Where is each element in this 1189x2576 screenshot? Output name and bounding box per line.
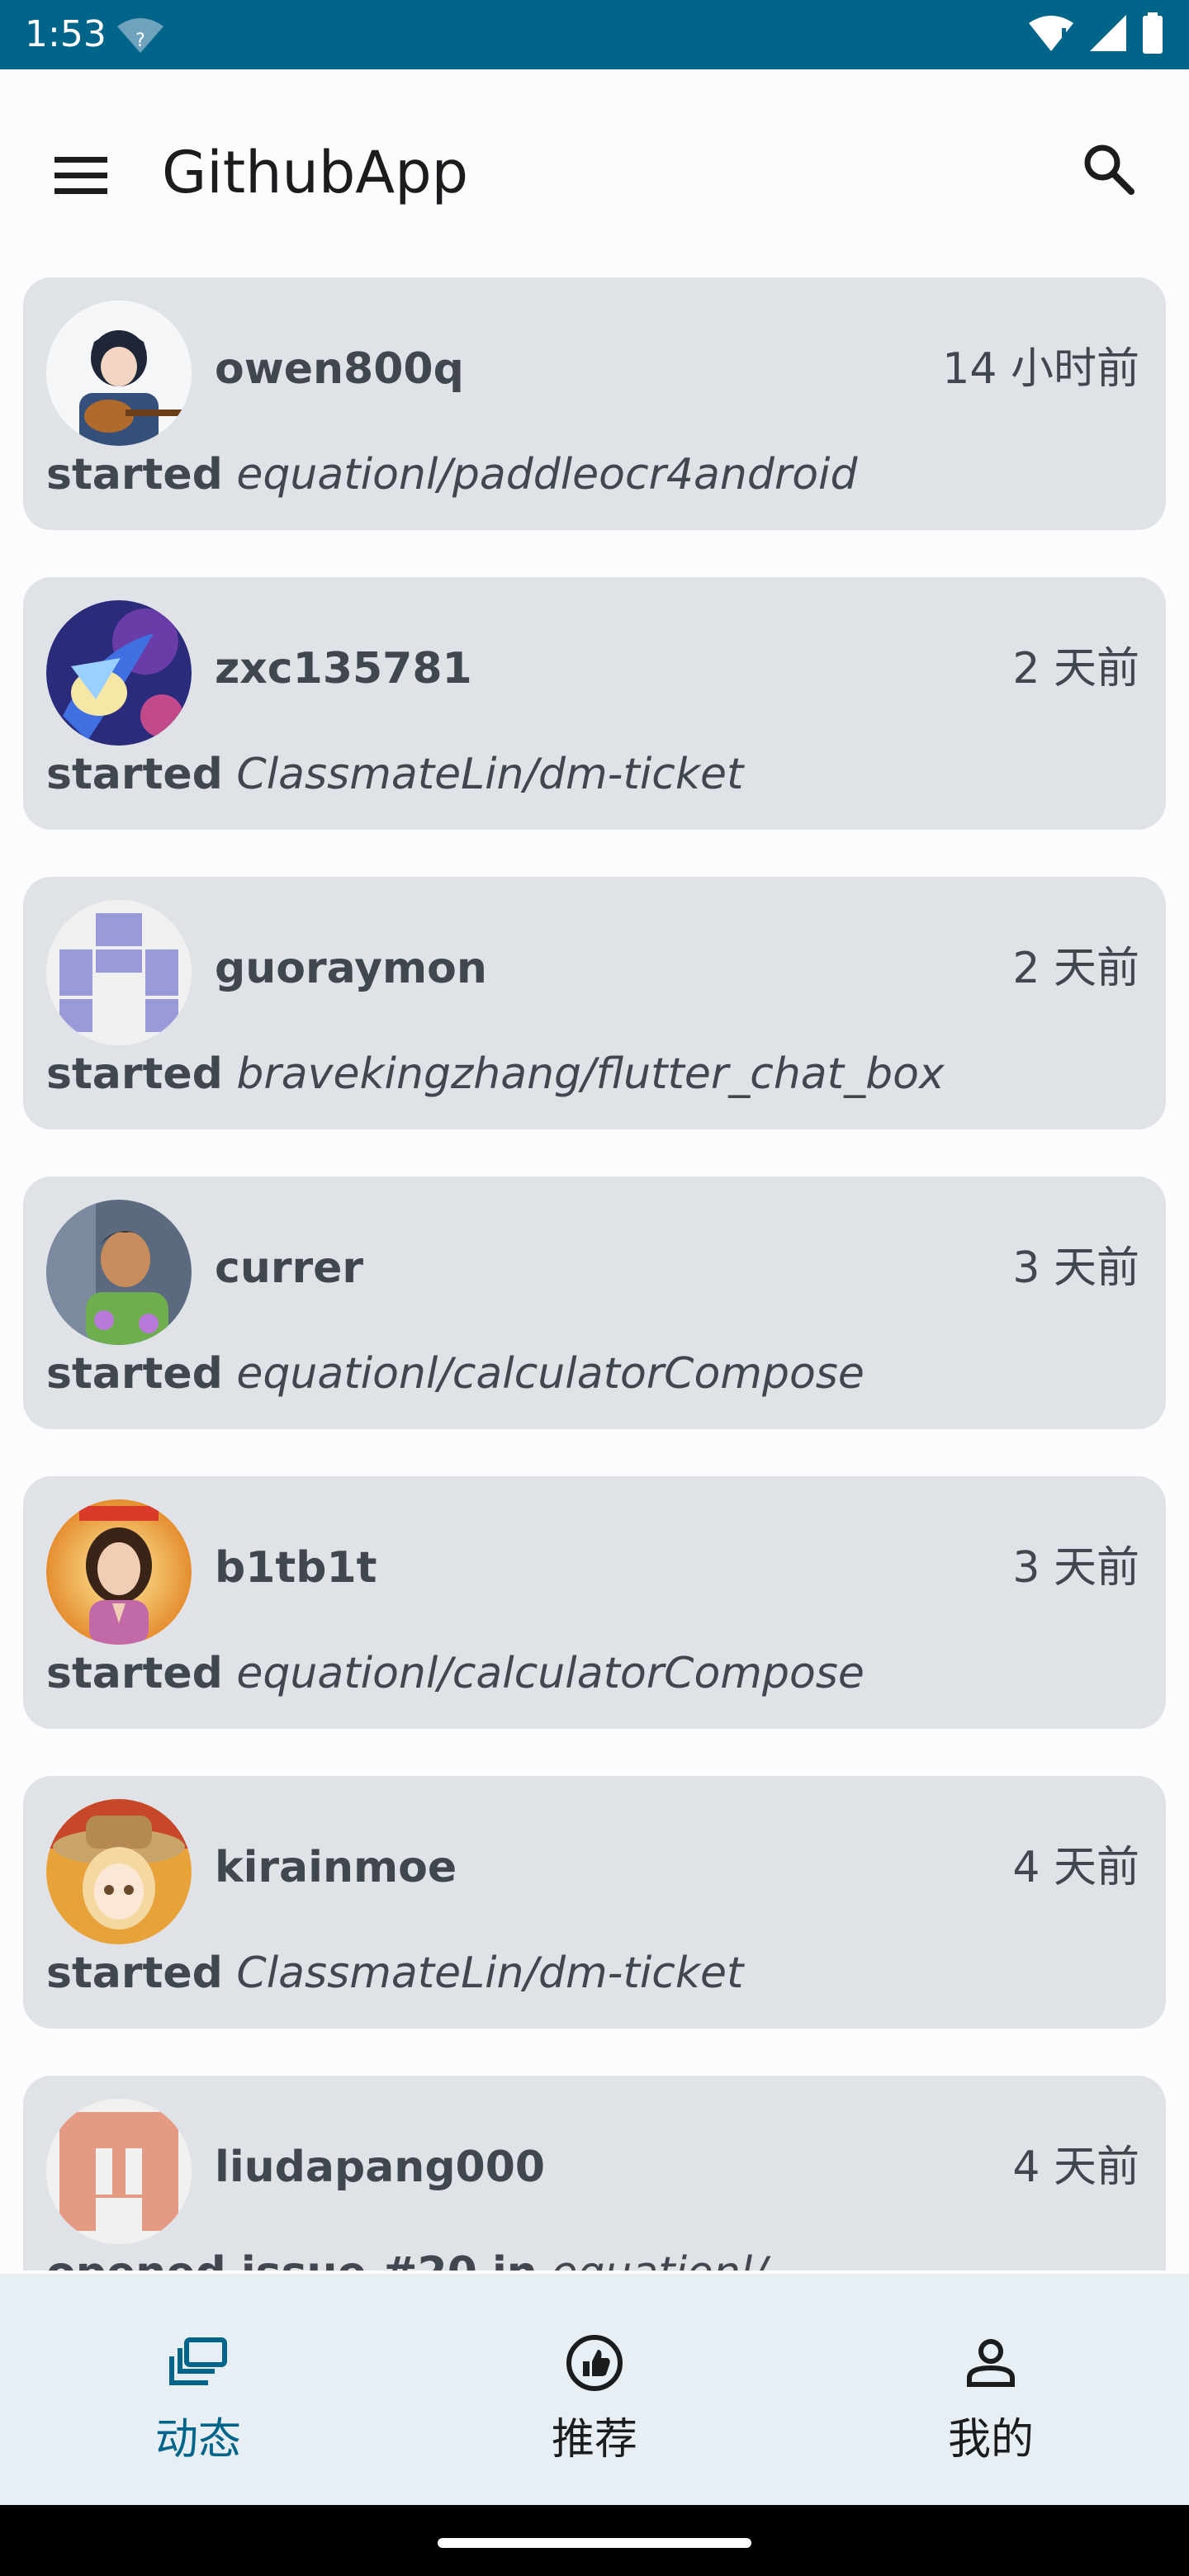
event-description: started equationl/calculatorCompose (46, 1347, 865, 1401)
person-icon (951, 2323, 1030, 2403)
username[interactable]: kirainmoe (215, 1840, 457, 1895)
event-card[interactable]: liudapang000 4 天前 opened issue #20 in eq… (23, 2076, 1166, 2271)
nav-label: 动态 (154, 2415, 241, 2465)
nav-label: 推荐 (551, 2415, 637, 2465)
event-action: started (46, 1949, 223, 1998)
system-navigation-bar (0, 2505, 1189, 2576)
cartoon-man-avatar (46, 1200, 192, 1345)
event-card[interactable]: guoraymon 2 天前 started bravekingzhang/fl… (23, 877, 1166, 1129)
repo-link[interactable]: bravekingzhang/flutter_chat_box (236, 1049, 944, 1099)
anime-guitar-avatar (46, 301, 192, 446)
repo-link[interactable]: equationl/ (551, 2248, 766, 2271)
event-time: 3 天前 (1012, 1543, 1139, 1593)
event-card[interactable]: zxc135781 2 天前 started ClassmateLin/dm-t… (23, 577, 1166, 830)
event-card[interactable]: b1tb1t 3 天前 started equationl/calculator… (23, 1476, 1166, 1729)
avatar[interactable] (46, 1200, 192, 1345)
avatar[interactable] (46, 301, 192, 446)
page-title: GithubApp (162, 139, 469, 206)
anime-hat-avatar (46, 1799, 192, 1944)
event-description: started bravekingzhang/flutter_chat_box (46, 1047, 945, 1101)
event-action: started (46, 750, 223, 799)
girl-photo-avatar (46, 1499, 192, 1645)
event-feed[interactable]: owen800q 14 小时前 started equationl/paddle… (0, 254, 1189, 2271)
status-time: 1:53 (25, 13, 107, 55)
username[interactable]: currer (215, 1241, 363, 1295)
event-action: started (46, 450, 223, 500)
repo-link[interactable]: ClassmateLin/dm-ticket (236, 750, 743, 799)
repo-link[interactable]: ClassmateLin/dm-ticket (236, 1949, 743, 1998)
event-action: opened issue #20 in (46, 2248, 538, 2271)
event-time: 4 天前 (1012, 2143, 1139, 2192)
username[interactable]: owen800q (215, 342, 464, 396)
nav-item-recommend[interactable]: 推荐 (396, 2274, 793, 2505)
event-time: 4 天前 (1012, 1843, 1139, 1892)
repo-link[interactable]: equationl/calculatorCompose (236, 1649, 864, 1698)
nav-label: 我的 (947, 2415, 1034, 2465)
username[interactable]: b1tb1t (215, 1541, 377, 1595)
event-time: 2 天前 (1012, 944, 1139, 993)
nav-item-feed[interactable]: 动态 (0, 2274, 396, 2505)
thumb-up-icon (555, 2323, 634, 2403)
search-button[interactable] (1068, 129, 1148, 208)
anime-blue-avatar (46, 600, 192, 746)
event-description: opened issue #20 in equationl/ (46, 2246, 767, 2271)
event-action: started (46, 1049, 223, 1099)
event-description: started ClassmateLin/dm-ticket (46, 747, 743, 802)
event-action: started (46, 1649, 223, 1698)
avatar[interactable] (46, 2099, 192, 2244)
avatar[interactable] (46, 1799, 192, 1944)
battery-icon (1141, 12, 1164, 57)
bottom-navigation: 动态 推荐 我的 (0, 2274, 1189, 2505)
signal-icon (1088, 13, 1128, 56)
nav-item-me[interactable]: 我的 (793, 2274, 1189, 2505)
repo-link[interactable]: equationl/calculatorCompose (236, 1349, 864, 1399)
status-icons (1027, 12, 1164, 57)
event-description: started ClassmateLin/dm-ticket (46, 1946, 743, 2001)
event-time: 2 天前 (1012, 644, 1139, 694)
event-description: started equationl/calculatorCompose (46, 1646, 865, 1701)
event-card[interactable]: kirainmoe 4 天前 started ClassmateLin/dm-t… (23, 1776, 1166, 2029)
top-app-bar: GithubApp (0, 69, 1189, 254)
status-bar: 1:53 ? (0, 0, 1189, 69)
repo-link[interactable]: equationl/paddleocr4android (236, 450, 857, 500)
feed-icon (159, 2323, 238, 2403)
menu-icon (54, 157, 107, 194)
svg-text:?: ? (135, 31, 145, 51)
menu-button[interactable] (41, 135, 121, 215)
avatar[interactable] (46, 1499, 192, 1645)
username[interactable]: zxc135781 (215, 642, 472, 696)
wifi-icon (1027, 13, 1075, 56)
username[interactable]: liudapang000 (215, 2140, 545, 2195)
search-icon (1084, 144, 1135, 195)
event-card[interactable]: currer 3 天前 started equationl/calculator… (23, 1177, 1166, 1429)
event-card[interactable]: owen800q 14 小时前 started equationl/paddle… (23, 277, 1166, 530)
identicon-salmon-avatar (46, 2099, 192, 2244)
wifi-unknown-icon: ? (116, 15, 165, 56)
event-description: started equationl/paddleocr4android (46, 447, 858, 502)
event-time: 3 天前 (1012, 1243, 1139, 1293)
event-time: 14 小时前 (942, 344, 1139, 394)
gesture-handle[interactable] (438, 2538, 751, 2548)
avatar[interactable] (46, 600, 192, 746)
event-action: started (46, 1349, 223, 1399)
avatar[interactable] (46, 900, 192, 1045)
username[interactable]: guoraymon (215, 941, 487, 996)
identicon-purple-avatar (46, 900, 192, 1045)
